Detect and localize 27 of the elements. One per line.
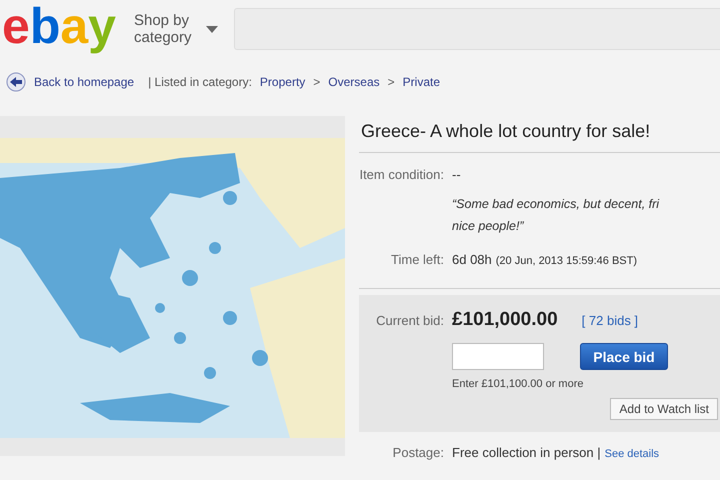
shop-by-category-button[interactable]: Shop by category (134, 12, 220, 46)
category-link[interactable]: Property (260, 75, 306, 89)
bid-input-field[interactable] (452, 343, 544, 370)
category-link[interactable]: Overseas (328, 75, 380, 89)
description-quote: “Some bad economics, but decent, fri nice people!” (452, 196, 660, 235)
category-label: | Listed in category: (148, 75, 252, 89)
separator: > (313, 75, 320, 89)
ebay-logo[interactable]: ebay (0, 0, 120, 55)
postage-value: Free collection in person | (452, 445, 601, 460)
field-label: Postage: (392, 444, 444, 462)
current-price: £101,000.00 (452, 309, 558, 331)
bid-hint: Enter £101,100.00 or more (452, 378, 584, 390)
add-to-watch-list-button[interactable]: Add to Watch list (610, 398, 718, 420)
back-link[interactable]: Back to homepage (6, 72, 134, 92)
time-left-value: 6d 08h (452, 251, 492, 268)
place-bid-button[interactable]: Place bid (580, 343, 668, 370)
category-link[interactable]: Private (402, 75, 440, 89)
end-date: (20 Jun, 2013 15:59:46 BST) (496, 254, 638, 269)
field-value: -- (452, 166, 462, 183)
field-label: Time left: (390, 251, 444, 269)
field-label: Item condition: (359, 166, 444, 183)
separator: > (388, 75, 395, 89)
see-details-link[interactable]: See details (604, 448, 660, 460)
field-label: Current bid: (375, 312, 444, 330)
item-title: Greece- A whole lot country for sale! (359, 116, 720, 153)
bids-link[interactable]: [ 72 bids ] (582, 313, 638, 328)
caret-icon (206, 26, 218, 32)
